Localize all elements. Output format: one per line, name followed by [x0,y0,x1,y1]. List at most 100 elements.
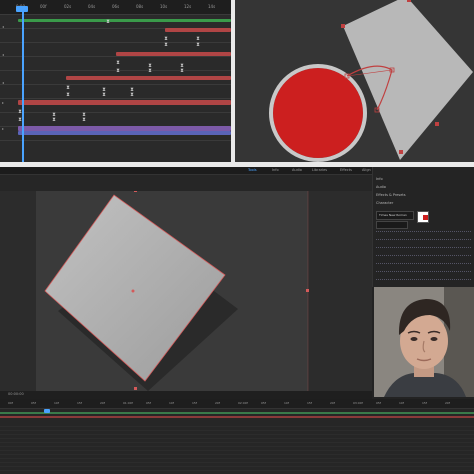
header-tab[interactable]: Audio [292,168,302,172]
layer-bar-blue[interactable] [18,131,231,135]
ruler-label: 00f [8,401,13,405]
ruler-label: 15f [192,401,197,405]
keyframe-timeline-panel: 0:00 00f 02s 04s 06s 08s 10s 12s 14s ◂ ◂… [0,0,231,162]
keyframe-icon[interactable]: ⧗ [130,93,134,98]
playhead-handle[interactable] [44,409,50,413]
header-tab[interactable]: Tools [248,168,257,172]
main-timeline-panel: 00f 05f 10f 15f 20f 01:00f 05f 10f 15f 2… [0,399,474,474]
playhead[interactable] [22,8,24,162]
panel-row-audio[interactable]: Audio [376,185,386,189]
bounding-box-handle [341,24,345,28]
ruler-label: 14s [208,4,216,9]
header-tab[interactable]: Libraries [312,168,327,172]
bounding-box-handle [399,150,403,154]
ruler-label: 02:00f [238,401,248,405]
ruler-label: 10f [54,401,59,405]
composition-viewer[interactable] [0,191,372,391]
font-family-dropdown[interactable]: Times New Roman [376,211,414,220]
ruler-label: 05f [376,401,381,405]
header-tab[interactable]: Effects [340,168,352,172]
ruler-label: 15f [307,401,312,405]
layer-toggle-icon[interactable]: ▸ [2,100,4,105]
track-separator [0,112,231,113]
keyframe-icon[interactable]: ⧗ [116,69,120,74]
paragraph-controls-row[interactable] [376,279,471,282]
panel-row-character[interactable]: Character [376,201,393,205]
keyframe-icon[interactable]: ⧗ [196,43,200,48]
leading-controls-row[interactable] [376,239,471,242]
keyframe-icon[interactable]: ⧗ [66,86,70,91]
text-style-buttons[interactable] [376,271,471,274]
main-editor-panel: Tools Info Audio Libraries Effects Align… [0,167,474,474]
ruler-label: 20f [100,401,105,405]
timeline-ruler[interactable]: 0:00 00f 02s 04s 06s 08s 10s 12s 14s [0,0,231,15]
composition-preview-panel [235,0,474,162]
ruler-label: 05f [261,401,266,405]
stroke-color-swatch[interactable] [423,215,428,220]
ruler-label: 12s [184,4,192,9]
ruler-label: 01:00f [123,401,133,405]
panel-row-effects[interactable]: Effects & Presets [376,193,406,197]
red-circle-shape [273,68,363,158]
layer-toggle-icon[interactable]: ▸ [2,126,4,131]
bounding-box-handle [435,122,439,126]
keyframe-icon[interactable]: ⧗ [180,69,184,74]
ruler-label: 10s [160,4,168,9]
layer-bar-green[interactable] [18,19,231,22]
keyframe-icon[interactable]: ⧗ [116,61,120,66]
rotated-square-shape [343,0,473,160]
scale-controls-row[interactable] [376,263,471,266]
keyframe-icon[interactable]: ⧗ [82,118,86,123]
ruler-label: 08s [136,4,144,9]
playhead-handle[interactable] [16,6,28,12]
tracking-controls-row[interactable] [376,247,471,250]
font-family-value: Times New Roman [379,213,407,217]
ruler-label: 10f [399,401,404,405]
layer-toggle-icon[interactable]: ◂ [2,24,4,29]
track-separator [0,98,231,99]
keyframe-icon[interactable]: ⧗ [106,20,110,25]
layer-bar-red[interactable] [18,100,231,105]
rotated-square-shape [44,194,226,382]
track-separator [0,84,231,85]
header-tab[interactable]: Align [362,168,371,172]
ruler-label: 15f [77,401,82,405]
font-style-dropdown[interactable] [376,221,408,229]
ruler-label: 15f [422,401,427,405]
ruler-label: 20f [215,401,220,405]
ruler-label: 05f [146,401,151,405]
keyframe-icon[interactable]: ⧗ [148,69,152,74]
header-tab[interactable]: Info [272,168,279,172]
keyframe-icon[interactable]: ⧗ [102,93,106,98]
viewer-canvas[interactable] [0,191,372,391]
layer-bar-red[interactable] [165,28,231,32]
ruler-label: 02s [64,4,72,9]
viewer-footer: 00:00:00 [0,391,372,399]
keyframe-icon[interactable]: ⧗ [66,93,70,98]
size-controls-row[interactable] [376,231,471,234]
properties-panel: Info Audio Effects & Presets Character T… [372,167,474,287]
layer-bar-red[interactable] [116,52,231,56]
track-separator [0,140,231,141]
keyframe-icon[interactable]: ⧗ [164,43,168,48]
bounding-box-handle [407,0,411,2]
ruler-label: 04s [88,4,96,9]
main-timeline-ruler[interactable]: 00f 05f 10f 15f 20f 01:00f 05f 10f 15f 2… [0,399,474,409]
layer-toggle-icon[interactable]: ◂ [2,80,4,85]
ruler-label: 10f [169,401,174,405]
panel-row-info[interactable]: Info [376,177,383,181]
bounding-box-handle [134,387,137,390]
bounding-box-handle [306,289,309,292]
layer-toggle-icon[interactable]: ◂ [2,52,4,57]
timecode-label: 00:00:00 [8,392,24,396]
composition-canvas[interactable] [235,0,474,162]
layer-bar-green[interactable] [0,412,474,414]
ruler-label: 00f [40,4,47,9]
stroke-controls-row[interactable] [376,255,471,258]
empty-track-area[interactable] [0,423,474,474]
layer-bar-red[interactable] [0,416,474,418]
ruler-label: 03:00f [353,401,363,405]
presenter-video-frame [374,287,474,397]
keyframe-icon[interactable]: ⧗ [52,118,56,123]
layer-bar-red[interactable] [66,76,231,80]
